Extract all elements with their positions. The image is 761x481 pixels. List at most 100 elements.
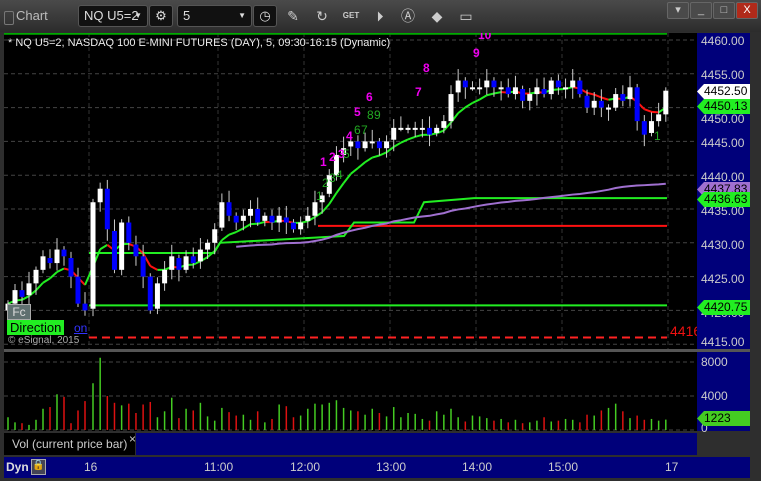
moving-average-segment: [206, 250, 216, 258]
candle-body: [104, 188, 110, 230]
window-title: Chart: [16, 8, 48, 23]
candle-body: [577, 80, 583, 95]
vwap-line: [236, 182, 666, 248]
candle-body: [656, 114, 662, 122]
moving-average-segment: [357, 161, 366, 169]
candle-body: [162, 269, 168, 284]
candle-body: [283, 217, 289, 223]
moving-average-segment: [35, 282, 44, 291]
count-label: 6: [366, 90, 373, 104]
price-axis[interactable]: 4460.00 4455.00 4440.00 4445.00 4435.00 …: [697, 33, 750, 349]
count-label: 10: [478, 33, 492, 42]
volume-axis-label: 4000: [701, 389, 728, 403]
price-chart[interactable]: * NQ U5=2, NASDAQ 100 E-MINI FUTURES (DA…: [4, 33, 697, 349]
moving-average-segment: [479, 94, 488, 101]
moving-average-segment: [371, 154, 380, 159]
symbol-select[interactable]: NQ U5=2 ▼: [78, 5, 148, 27]
candle-body: [520, 89, 526, 101]
candle-body: [376, 141, 382, 149]
fc-icon[interactable]: Fc: [7, 304, 31, 320]
candle-body: [262, 215, 268, 221]
time-label: 11:00: [204, 460, 234, 474]
volume-axis-label: 8000: [701, 355, 728, 369]
count-label: 4: [346, 129, 353, 143]
moving-average-segment: [464, 102, 474, 109]
note-icon[interactable]: ▭: [456, 6, 476, 26]
moving-average-segment: [593, 93, 602, 99]
title-bar: Chart NQ U5=2 ▼ ⚙ 5 ▼ ◷ ✎ ↻ GET ⏵ Ⓐ ◆ ▭ ▾ …: [0, 0, 761, 32]
level-high-tag: 4436.63: [697, 192, 750, 207]
candle-body: [427, 127, 433, 135]
interval-select[interactable]: 5 ▼: [177, 5, 252, 27]
price-label: 4460.00: [701, 34, 745, 48]
candle-body: [434, 127, 440, 133]
volume-chart[interactable]: [4, 352, 697, 431]
candle-body: [240, 215, 246, 221]
candle-body: [570, 80, 576, 88]
refresh-icon[interactable]: ↻: [312, 6, 332, 26]
direction-label: Direction: [7, 320, 65, 335]
candle-body: [26, 283, 32, 296]
candle-body: [584, 95, 590, 108]
pencil-icon[interactable]: ✎: [283, 6, 303, 26]
candle-body: [613, 94, 619, 108]
candle-body: [212, 229, 218, 243]
price-label: 4425.00: [701, 272, 745, 286]
candle-body: [541, 89, 547, 95]
candle-body: [641, 121, 647, 135]
lock-icon[interactable]: 🔒: [31, 459, 46, 475]
candle-body: [498, 87, 504, 90]
drag-handle-icon[interactable]: [4, 11, 14, 25]
candle-body: [312, 202, 318, 216]
moving-average-segment: [335, 182, 345, 194]
close-study-icon[interactable]: ×: [129, 428, 136, 450]
candle-body: [248, 209, 254, 216]
price-label: 4440.00: [701, 170, 745, 184]
minimize-button[interactable]: _: [690, 2, 712, 19]
play-icon[interactable]: ⏵: [370, 6, 390, 26]
count-label: 6: [354, 123, 361, 137]
time-label: 12:00: [290, 460, 321, 474]
candle-body: [441, 121, 447, 128]
count-label: 8: [367, 108, 374, 122]
volume-study-label: Vol (current price bar) ×: [4, 432, 136, 455]
candle-body: [61, 249, 67, 257]
candle-body: [391, 127, 397, 140]
moving-average-segment: [42, 277, 51, 284]
count-label: 5: [354, 105, 361, 119]
get-icon[interactable]: GET: [341, 6, 361, 26]
candle-body: [111, 230, 117, 270]
level-label: 4416: [670, 323, 697, 339]
count-label: 2: [322, 176, 329, 190]
link-icon[interactable]: ◆: [427, 6, 447, 26]
candle-body: [33, 269, 39, 284]
candle-body: [47, 258, 53, 264]
settings-icon[interactable]: ⚙: [149, 5, 173, 27]
time-axis[interactable]: Dyn 🔒 16 11:00 12:00 13:00 14:00 15:00 1…: [4, 457, 750, 478]
moving-average-segment: [56, 267, 65, 273]
maximize-button[interactable]: □: [713, 2, 735, 19]
candle-body: [183, 256, 189, 270]
count-label: 9: [473, 46, 480, 60]
candle-body: [126, 222, 132, 243]
count-label: 1: [654, 129, 661, 143]
on-link[interactable]: on: [74, 321, 87, 335]
candle-body: [548, 80, 554, 95]
alert-icon[interactable]: Ⓐ: [398, 6, 418, 26]
volume-axis[interactable]: 8000 4000 0 1223: [697, 352, 750, 435]
moving-average-segment: [221, 233, 230, 241]
candle-body: [491, 80, 497, 88]
candle-body: [154, 283, 160, 309]
candle-body: [140, 256, 146, 277]
window-menu-button[interactable]: ▾: [667, 2, 689, 19]
count-label: 1: [320, 155, 327, 169]
close-button[interactable]: X: [736, 2, 758, 19]
candle-body: [469, 87, 475, 90]
moving-average-segment: [49, 271, 58, 280]
count-label: 5: [343, 147, 350, 161]
candle-body: [527, 94, 533, 101]
candle-body: [512, 87, 518, 95]
clock-icon[interactable]: ◷: [253, 5, 277, 27]
dyn-mode-label[interactable]: Dyn: [6, 460, 29, 474]
moving-average-segment: [457, 106, 466, 114]
